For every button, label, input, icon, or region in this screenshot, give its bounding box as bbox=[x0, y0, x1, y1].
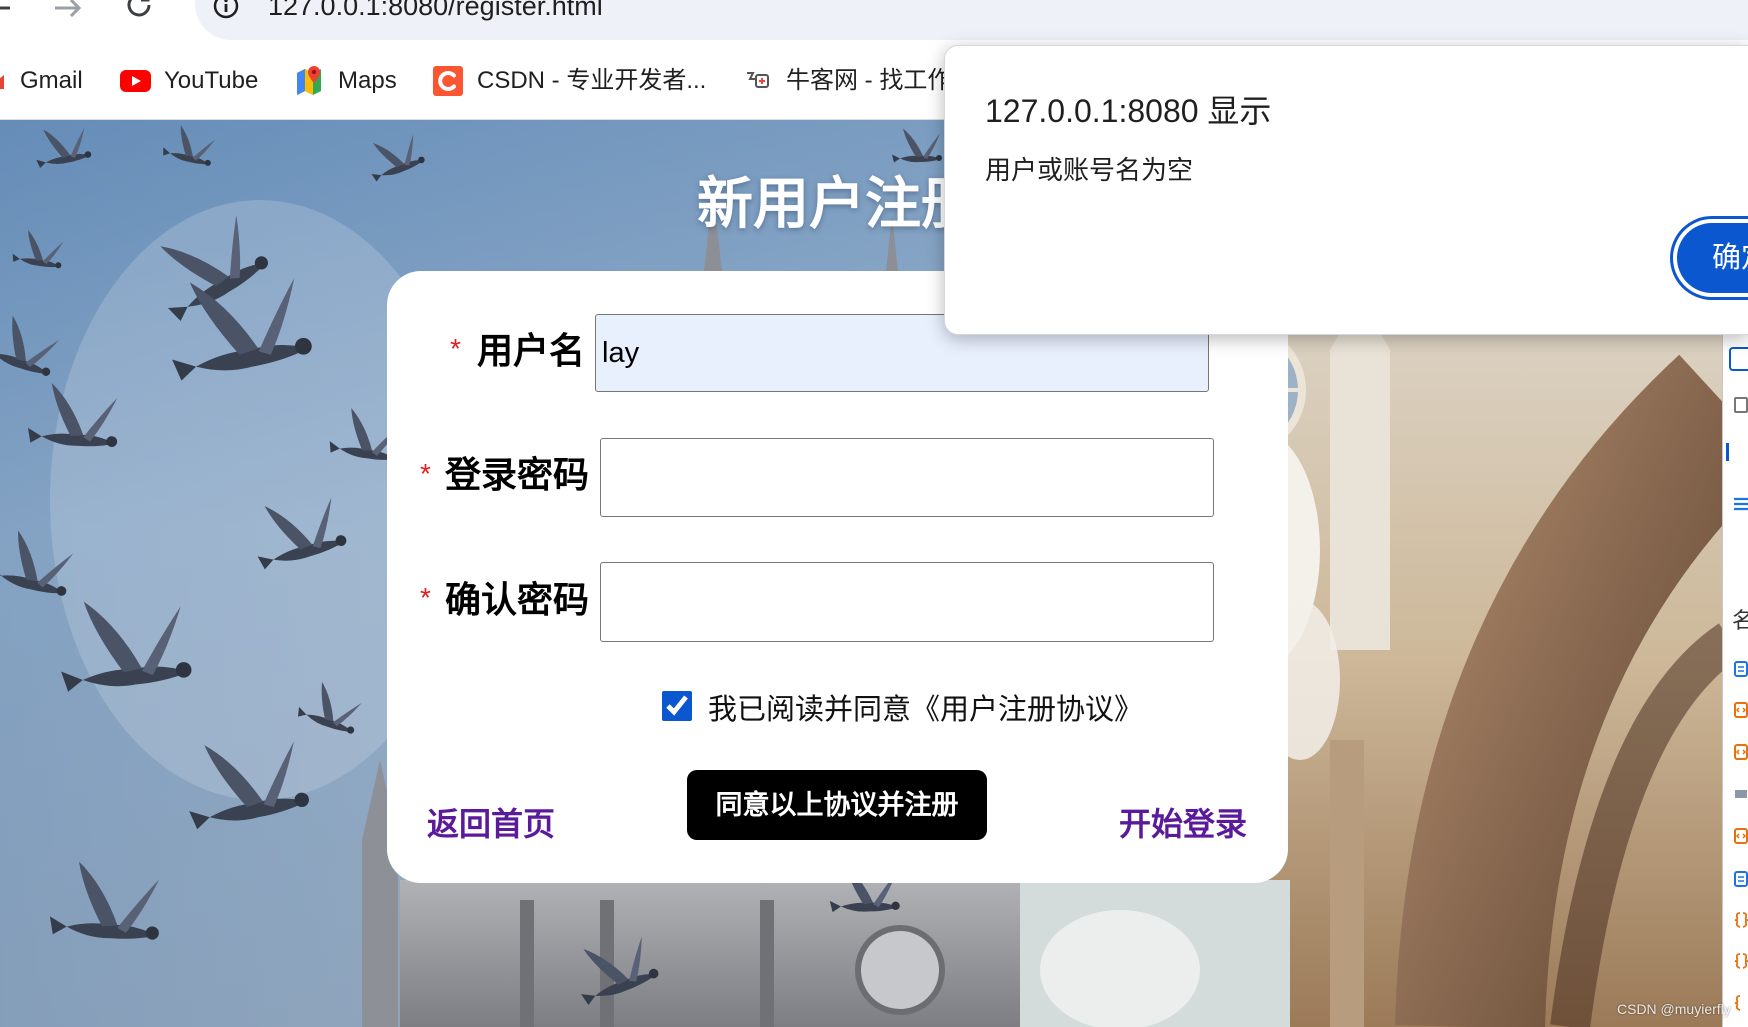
maps-icon bbox=[297, 66, 321, 95]
required-mark: * bbox=[420, 582, 431, 613]
script-file-icon bbox=[1734, 702, 1748, 718]
devtools-checkbox-icon[interactable] bbox=[1734, 397, 1748, 413]
reload-icon[interactable] bbox=[124, 0, 154, 20]
json-file-icon bbox=[1734, 953, 1748, 969]
bookmark-label: 牛客网 - 找工作 bbox=[786, 67, 952, 94]
bookmark-label: CSDN - 专业开发者... bbox=[477, 67, 707, 94]
bookmark-label: Gmail bbox=[20, 67, 83, 94]
site-info-icon[interactable] bbox=[213, 0, 239, 19]
bookmark-label: YouTube bbox=[164, 67, 259, 94]
required-mark: * bbox=[450, 333, 461, 364]
register-button[interactable]: 同意以上协议并注册 bbox=[687, 770, 987, 840]
devtools-list-icon[interactable] bbox=[1734, 496, 1748, 512]
dialog-ok-label: 确定 bbox=[1712, 242, 1748, 274]
agreement-text: 我已阅读并同意《用户注册协议》 bbox=[708, 694, 1144, 726]
gmail-icon bbox=[0, 75, 4, 89]
register-form: * 用户名 * 登录密码 * 确认密码 我已阅读并同意《用户注册协议》 返回首页… bbox=[387, 271, 1288, 883]
youtube-icon bbox=[120, 70, 151, 92]
json-file-icon bbox=[1734, 995, 1741, 1011]
devtools-panel: 名 bbox=[1722, 334, 1748, 1027]
alert-dialog: 127.0.0.1:8080 显示 用户或账号名为空 确定 bbox=[944, 45, 1748, 335]
devtools-column-header: 名 bbox=[1732, 608, 1748, 634]
back-arrow-icon[interactable] bbox=[0, 0, 12, 22]
agreement-checkbox[interactable] bbox=[662, 691, 692, 721]
confirm-password-input[interactable] bbox=[600, 562, 1214, 642]
bookmark-label: Maps bbox=[338, 67, 397, 94]
password-input[interactable] bbox=[600, 438, 1214, 517]
bookmark-gmail[interactable]: Gmail bbox=[0, 45, 83, 119]
dialog-ok-button[interactable]: 确定 bbox=[1670, 216, 1748, 300]
address-bar[interactable]: 127.0.0.1:8080/register.html bbox=[195, 0, 1748, 40]
devtools-tab[interactable] bbox=[1729, 347, 1748, 371]
password-label: 登录密码 bbox=[445, 454, 590, 495]
confirm-password-label: 确认密码 bbox=[445, 579, 590, 620]
dialog-ok-fill: 确定 bbox=[1677, 223, 1748, 293]
document-file-icon bbox=[1734, 871, 1748, 887]
back-to-home-link[interactable]: 返回首页 bbox=[427, 804, 555, 844]
bookmark-maps[interactable]: Maps bbox=[293, 45, 405, 119]
bookmark-csdn[interactable]: CSDN - 专业开发者... bbox=[431, 45, 721, 119]
dialog-message: 用户或账号名为空 bbox=[985, 155, 1194, 185]
devtools-marker bbox=[1726, 443, 1729, 461]
csdn-icon bbox=[433, 66, 463, 96]
forward-arrow-icon[interactable] bbox=[53, 0, 81, 22]
dialog-title: 127.0.0.1:8080 显示 bbox=[985, 93, 1272, 129]
bookmark-youtube[interactable]: YouTube bbox=[118, 45, 268, 119]
nowcoder-icon bbox=[747, 72, 769, 88]
browser-toolbar: 127.0.0.1:8080/register.html bbox=[0, 0, 1748, 45]
url-text: 127.0.0.1:8080/register.html bbox=[268, 0, 603, 21]
image-file-icon bbox=[1735, 790, 1747, 798]
script-file-icon bbox=[1734, 744, 1748, 760]
document-file-icon bbox=[1734, 661, 1748, 677]
start-login-link[interactable]: 开始登录 bbox=[1119, 804, 1247, 844]
watermark: CSDN @muyierfly bbox=[1617, 1001, 1731, 1017]
required-mark: * bbox=[420, 458, 431, 489]
username-label: 用户名 bbox=[477, 330, 586, 371]
script-file-icon bbox=[1734, 828, 1748, 844]
json-file-icon bbox=[1734, 912, 1748, 928]
